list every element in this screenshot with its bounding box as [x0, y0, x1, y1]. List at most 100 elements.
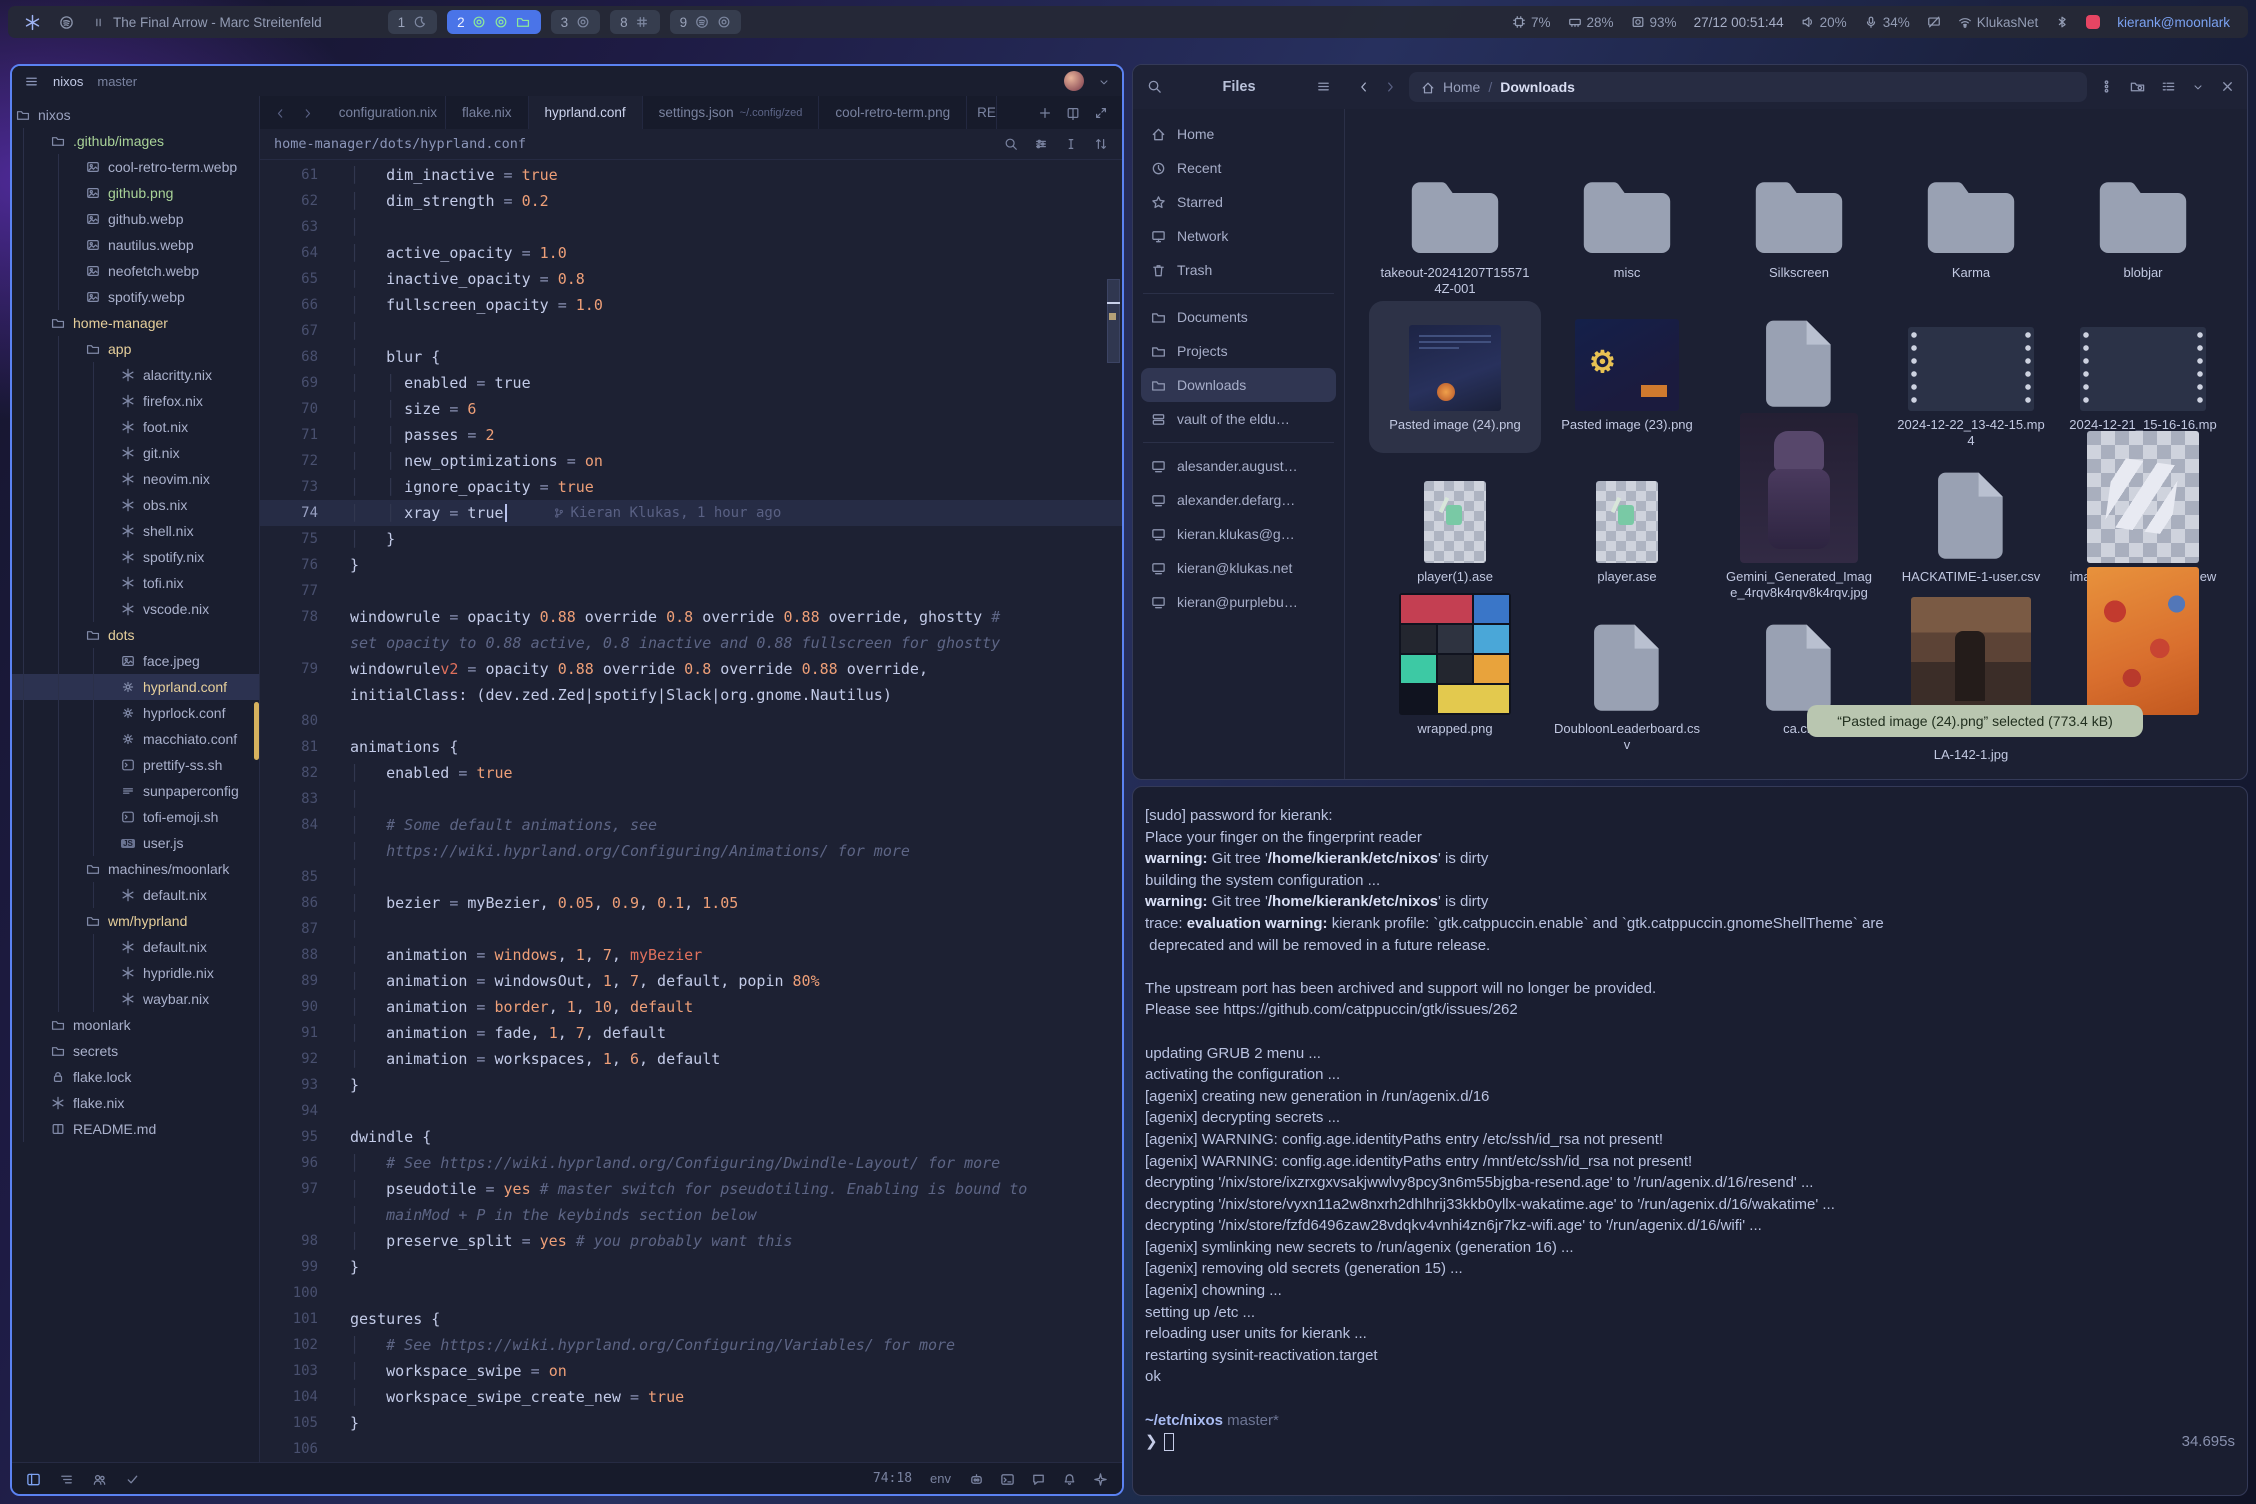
- tree-item-face.jpeg[interactable]: face.jpeg: [12, 648, 259, 674]
- editor-scrollbar[interactable]: [1107, 96, 1120, 1462]
- code-line-64[interactable]: 64│ active_opacity = 1.0: [260, 240, 1122, 266]
- tree-item-.github/images[interactable]: .github/images: [12, 128, 259, 154]
- tree-item-secrets[interactable]: secrets: [12, 1038, 259, 1064]
- tree-item-macchiato.conf[interactable]: macchiato.conf: [12, 726, 259, 752]
- path-root[interactable]: Home: [1443, 79, 1480, 95]
- status-users[interactable]: [92, 1470, 107, 1486]
- code-line-83[interactable]: 83│: [260, 786, 1122, 812]
- code-line-70[interactable]: 70│ │ size = 6: [260, 396, 1122, 422]
- code-editor[interactable]: 61│ dim_inactive = true62│ dim_strength …: [260, 160, 1122, 1462]
- audio-mic[interactable]: 34%: [1864, 15, 1910, 30]
- tree-item-obs.nix[interactable]: obs.nix: [12, 492, 259, 518]
- code-line-89[interactable]: 89│ animation = windowsOut, 1, 7, defaul…: [260, 968, 1122, 994]
- status-spark[interactable]: [1093, 1470, 1108, 1486]
- project-name[interactable]: nixos: [53, 74, 83, 89]
- nixos-logo-icon[interactable]: [24, 14, 41, 31]
- media-player-module[interactable]: The Final Arrow - Marc Streitenfeld: [92, 15, 322, 30]
- tree-item-prettify-ss.sh[interactable]: prettify-ss.sh: [12, 752, 259, 778]
- header-fsearch[interactable]: [2130, 78, 2145, 96]
- code-line-wrap[interactable]: │ mainMod + P in the keybinds section be…: [260, 1202, 1122, 1228]
- tree-item-flake.lock[interactable]: flake.lock: [12, 1064, 259, 1090]
- code-line-106[interactable]: 106: [260, 1436, 1122, 1462]
- code-line-94[interactable]: 94: [260, 1098, 1122, 1124]
- tree-item-tofi.nix[interactable]: tofi.nix: [12, 570, 259, 596]
- tree-item-user.js[interactable]: JSuser.js: [12, 830, 259, 856]
- status-bell[interactable]: [1062, 1470, 1077, 1486]
- file-item-HACKATIME-1-user.csv[interactable]: HACKATIME-1-user.csv: [1885, 453, 2057, 605]
- app-menu-icon[interactable]: [24, 73, 39, 89]
- tree-item-git.nix[interactable]: git.nix: [12, 440, 259, 466]
- code-line-84[interactable]: 84│ # Some default animations, see: [260, 812, 1122, 838]
- code-line-72[interactable]: 72│ │ new_optimizations = on: [260, 448, 1122, 474]
- tab-hyprland.conf[interactable]: hyprland.conf: [529, 96, 643, 129]
- tree-item-vscode.nix[interactable]: vscode.nix: [12, 596, 259, 622]
- tree-item-firefox.nix[interactable]: firefox.nix: [12, 388, 259, 414]
- chevron-down-icon[interactable]: [1098, 74, 1110, 89]
- tree-item-default.nix[interactable]: default.nix: [12, 934, 259, 960]
- code-line-78[interactable]: 78windowrule = opacity 0.88 override 0.8…: [260, 604, 1122, 630]
- code-line-87[interactable]: 87│: [260, 916, 1122, 942]
- code-line-97[interactable]: 97│ pseudotile = yes # master switch for…: [260, 1176, 1122, 1202]
- nav-forward-icon[interactable]: [301, 105, 314, 120]
- code-line-79[interactable]: 79windowrulev2 = opacity 0.88 override 0…: [260, 656, 1122, 682]
- code-line-75[interactable]: 75│ }: [260, 526, 1122, 552]
- sidebar-item-alexander.defarg…[interactable]: alexander.defarg…: [1141, 483, 1336, 517]
- tree-item-app[interactable]: app: [12, 336, 259, 362]
- file-item-player(1).ase[interactable]: player(1).ase: [1369, 453, 1541, 605]
- file-item-Gemini_Generated_Image_4rqv8k4rqv8k4rqv.jpg[interactable]: Gemini_Generated_Image_4rqv8k4rqv8k4rqv.…: [1713, 453, 1885, 605]
- tree-item-hyprland.conf[interactable]: hyprland.conf: [12, 674, 259, 700]
- tree-item-dots[interactable]: dots: [12, 622, 259, 648]
- tree-item-spotify.webp[interactable]: spotify.webp: [12, 284, 259, 310]
- env-indicator[interactable]: env: [930, 1471, 951, 1486]
- code-line-67[interactable]: 67│: [260, 318, 1122, 344]
- tab-cool-retro-term.png[interactable]: cool-retro-term.png: [819, 96, 967, 129]
- code-line-wrap[interactable]: │ https://wiki.hyprland.org/Configuring/…: [260, 838, 1122, 864]
- tree-item-moonlark[interactable]: moonlark: [12, 1012, 259, 1038]
- code-line-92[interactable]: 92│ animation = workspaces, 1, 6, defaul…: [260, 1046, 1122, 1072]
- file-item-Karma[interactable]: Karma: [1885, 149, 2057, 301]
- file-item-Pasted image (23).png[interactable]: ⚙Pasted image (23).png: [1541, 301, 1713, 453]
- header-listv[interactable]: [2161, 78, 2176, 96]
- workspace-pill-9[interactable]: 9: [670, 10, 742, 34]
- audio-vol[interactable]: 20%: [1801, 15, 1847, 30]
- sidebar-item-Documents[interactable]: Documents: [1141, 300, 1336, 334]
- tree-item-nixos[interactable]: nixos: [12, 102, 259, 128]
- tree-item-neovim.nix[interactable]: neovim.nix: [12, 466, 259, 492]
- stat-disk[interactable]: 93%: [1631, 15, 1677, 30]
- new-tab-icon[interactable]: [1038, 105, 1052, 120]
- file-item-player.ase[interactable]: player.ase: [1541, 453, 1713, 605]
- code-line-66[interactable]: 66│ fullscreen_opacity = 1.0: [260, 292, 1122, 318]
- sidebar-item-kieran@klukas.net[interactable]: kieran@klukas.net: [1141, 551, 1336, 585]
- code-line-104[interactable]: 104│ workspace_swipe_create_new = true: [260, 1384, 1122, 1410]
- tree-item-hypridle.nix[interactable]: hypridle.nix: [12, 960, 259, 986]
- tree-item-cool-retro-term.webp[interactable]: cool-retro-term.webp: [12, 154, 259, 180]
- sidebar-item-Starred[interactable]: Starred: [1141, 185, 1336, 219]
- split-pane-icon[interactable]: [1066, 105, 1080, 120]
- sidebar-item-vault of the eldu…[interactable]: vault of the eldu…: [1141, 402, 1336, 436]
- status-chat[interactable]: [1031, 1470, 1046, 1486]
- avatar[interactable]: [1064, 71, 1084, 91]
- sidebar-item-Projects[interactable]: Projects: [1141, 334, 1336, 368]
- file-item-takeout-20241207T155714Z-001[interactable]: takeout-20241207T155714Z-001: [1369, 149, 1541, 301]
- spotify-icon[interactable]: [59, 14, 74, 30]
- code-line-100[interactable]: 100: [260, 1280, 1122, 1306]
- code-line-76[interactable]: 76}: [260, 552, 1122, 578]
- code-line-90[interactable]: 90│ animation = border, 1, 10, default: [260, 994, 1122, 1020]
- code-line-71[interactable]: 71│ │ passes = 2: [260, 422, 1122, 448]
- file-item-Pasted image (24).png[interactable]: Pasted image (24).png: [1369, 301, 1541, 453]
- status-check[interactable]: [125, 1470, 140, 1486]
- code-line-102[interactable]: 102│ # See https://wiki.hyprland.org/Con…: [260, 1332, 1122, 1358]
- code-line-93[interactable]: 93}: [260, 1072, 1122, 1098]
- status-ptree[interactable]: [26, 1470, 41, 1486]
- tree-item-github.png[interactable]: github.png: [12, 180, 259, 206]
- sidebar-item-alesander.august…[interactable]: alesander.august…: [1141, 449, 1336, 483]
- code-line-63[interactable]: 63│: [260, 214, 1122, 240]
- tray-bt[interactable]: [2055, 15, 2069, 29]
- stat-cpu[interactable]: 7%: [1512, 15, 1551, 30]
- code-line-99[interactable]: 99}: [260, 1254, 1122, 1280]
- tree-item-hyprlock.conf[interactable]: hyprlock.conf: [12, 700, 259, 726]
- status-outline[interactable]: [59, 1470, 74, 1486]
- code-line-96[interactable]: 96│ # See https://wiki.hyprland.org/Conf…: [260, 1150, 1122, 1176]
- workspace-pill-2[interactable]: 2: [447, 10, 541, 34]
- header-chd[interactable]: [2192, 78, 2204, 96]
